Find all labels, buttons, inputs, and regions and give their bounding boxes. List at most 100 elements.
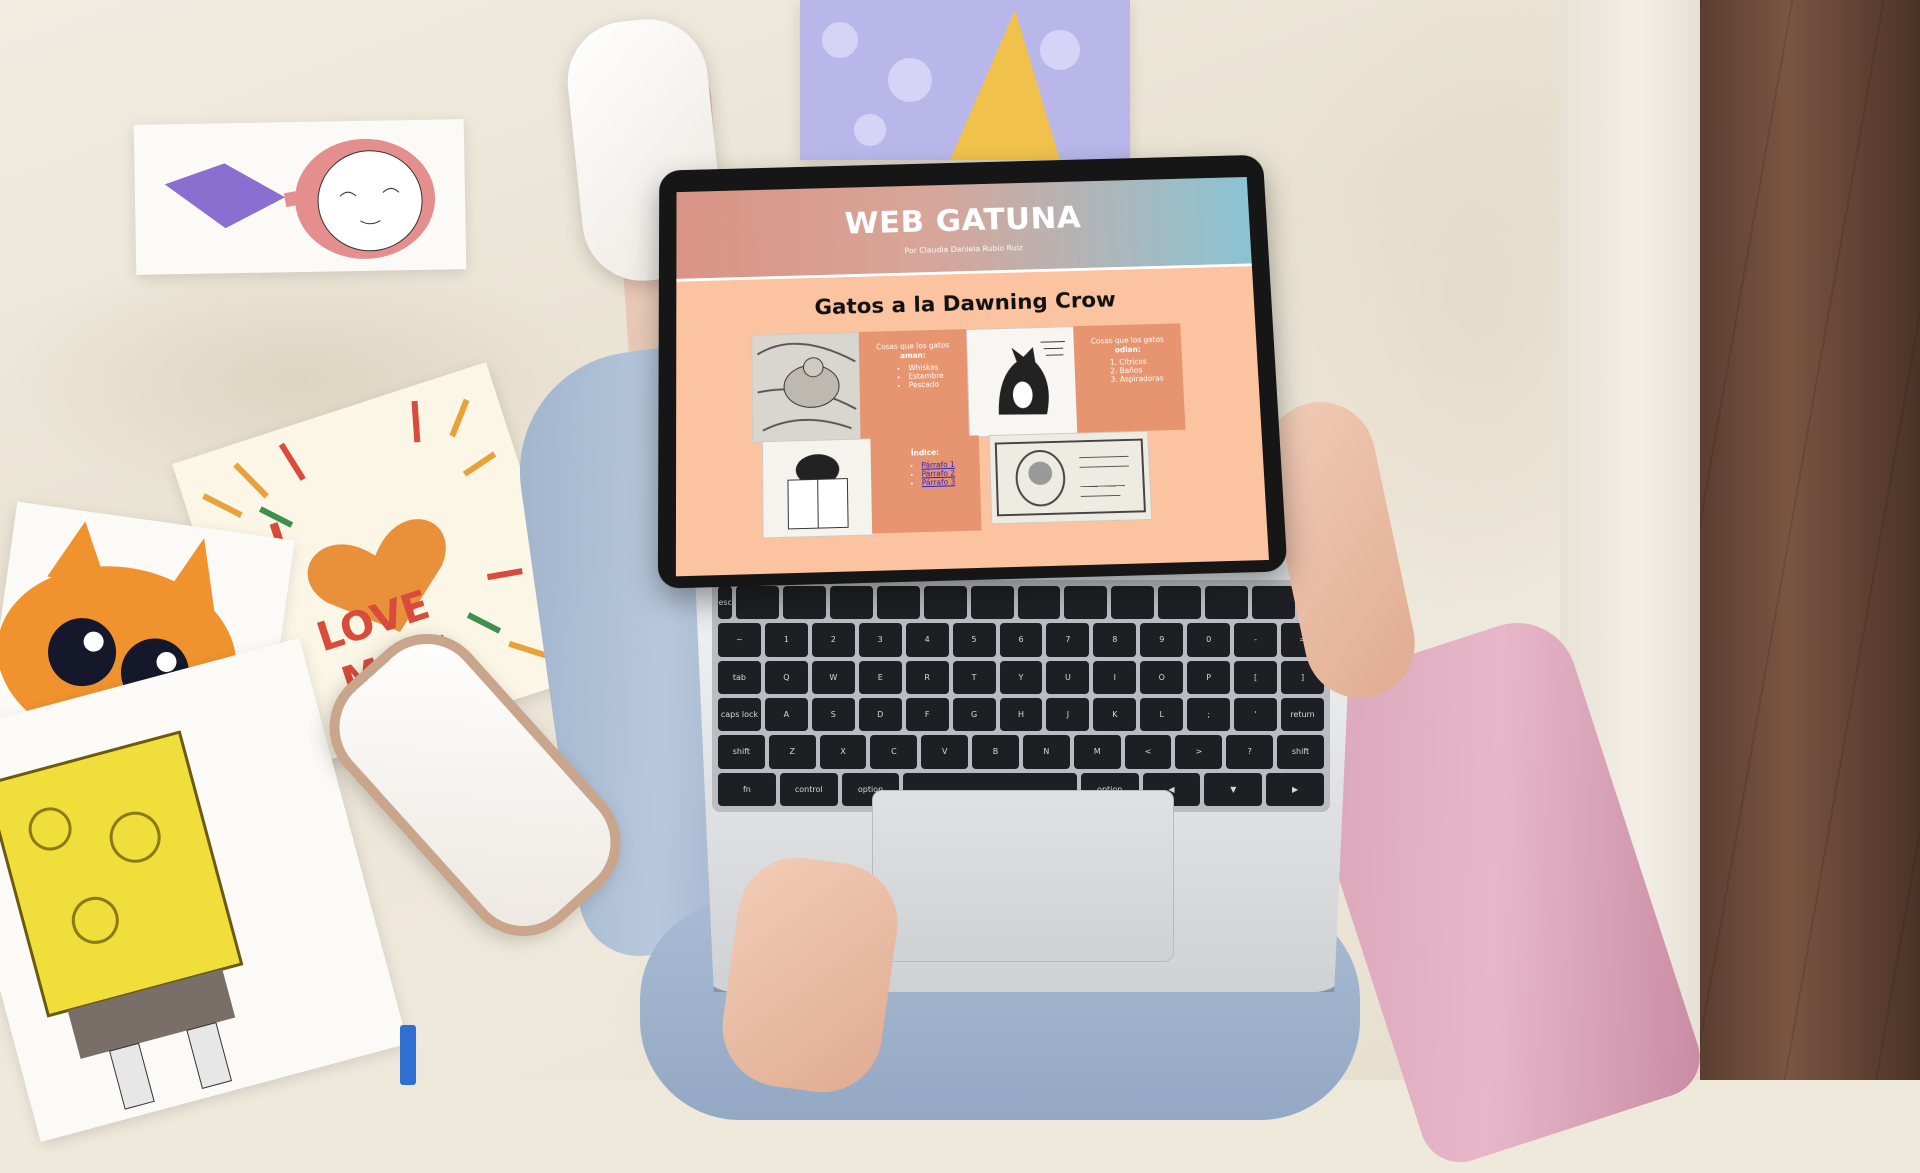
keyboard-key[interactable] — [1251, 586, 1295, 620]
keyboard-key[interactable]: shift — [1277, 735, 1324, 769]
keyboard-key[interactable]: return — [1281, 697, 1324, 732]
keyboard-key[interactable]: T — [952, 660, 996, 694]
drawing-blue-yellow — [800, 0, 1130, 160]
keyboard-key[interactable]: [ — [1234, 660, 1278, 694]
keyboard-key[interactable]: O — [1140, 660, 1184, 694]
keyboard-key[interactable]: 1 — [764, 623, 808, 657]
keyboard-key[interactable]: ; — [1187, 697, 1231, 732]
keyboard-key[interactable]: D — [858, 697, 902, 732]
blue-pencil — [400, 1025, 416, 1085]
keyboard-key[interactable] — [1111, 586, 1155, 620]
drawing-girl-face — [133, 119, 467, 275]
keyboard-key[interactable]: control — [779, 772, 838, 806]
keyboard-key[interactable]: esc — [718, 586, 733, 620]
list-item: Pescado — [909, 380, 944, 389]
laptop-screen-lid: WEB GATUNA Por Claudia Daniela Rubio Rui… — [657, 154, 1288, 589]
keyboard-key[interactable] — [970, 586, 1014, 620]
keyboard-key[interactable]: 7 — [1046, 623, 1090, 657]
cat-sketch-standing-image — [965, 326, 1080, 438]
keyboard-key[interactable]: 5 — [952, 623, 996, 657]
keyboard-key[interactable] — [736, 586, 780, 620]
keyboard-key[interactable]: 4 — [905, 623, 949, 657]
keyboard-key[interactable]: fn — [718, 772, 776, 806]
keyboard-row: escdelete — [718, 586, 1324, 620]
keyboard-key[interactable]: > — [1175, 735, 1223, 769]
cat-reading-book-image — [761, 438, 875, 539]
keyboard-key[interactable] — [783, 586, 827, 620]
keyboard-key[interactable]: 2 — [811, 623, 855, 657]
keyboard-key[interactable] — [1017, 586, 1061, 620]
keyboard-key[interactable]: B — [972, 735, 1019, 769]
keyboard-key[interactable]: 3 — [858, 623, 902, 657]
keyboard-key[interactable]: J — [1046, 697, 1090, 732]
keyboard-key[interactable] — [1064, 586, 1108, 620]
keyboard-key[interactable]: < — [1124, 735, 1172, 769]
cat-banknote-image — [988, 430, 1153, 525]
panel-cats-love: Cosas que los gatos aman: Whiskas Estamb… — [858, 329, 969, 439]
keyboard-key[interactable]: caps lock — [718, 697, 761, 732]
keyboard-key[interactable]: 9 — [1140, 623, 1184, 657]
keyboard-key[interactable]: G — [952, 697, 996, 732]
keyboard-key[interactable]: shift — [718, 735, 765, 769]
keyboard-key[interactable]: P — [1187, 660, 1231, 694]
keyboard-key[interactable]: R — [905, 660, 949, 694]
love-emphasis: aman: — [899, 350, 926, 361]
keyboard-key[interactable]: V — [921, 735, 969, 769]
keyboard-key[interactable] — [1158, 586, 1202, 620]
index-item: Párrafo 3 — [922, 478, 956, 488]
keyboard-key[interactable]: S — [811, 697, 855, 732]
index-link-3[interactable]: Párrafo 3 — [922, 478, 956, 488]
keyboard-key[interactable]: Z — [768, 735, 816, 769]
keyboard-row: tab Q W E R T Y U I O P[] — [718, 660, 1324, 694]
keyboard-key[interactable]: Y — [999, 660, 1043, 694]
index-list: Párrafo 1 Párrafo 2 Párrafo 3 — [896, 460, 956, 488]
keyboard-key[interactable]: W — [811, 660, 855, 694]
keyboard-key[interactable]: A — [764, 697, 808, 732]
website-viewport[interactable]: WEB GATUNA Por Claudia Daniela Rubio Rui… — [675, 176, 1269, 577]
panel-index: Índice: Párrafo 1 Párrafo 2 Párrafo 3 — [870, 435, 982, 534]
keyboard-key[interactable]: E — [858, 660, 902, 694]
keyboard[interactable]: escdelete~1234567890-=tabQWERTYUIOP[]cap… — [712, 580, 1330, 812]
keyboard-key[interactable]: F — [905, 697, 949, 732]
keyboard-key[interactable] — [923, 586, 967, 620]
keyboard-key[interactable]: M — [1073, 735, 1121, 769]
keyboard-key[interactable]: ▶ — [1266, 772, 1324, 806]
keyboard-key[interactable]: - — [1234, 623, 1278, 657]
keyboard-key[interactable]: ~ — [718, 623, 761, 657]
index-title: Índice: — [910, 447, 940, 458]
keyboard-key[interactable] — [1205, 586, 1248, 620]
site-title: WEB GATUNA — [844, 199, 1082, 241]
site-header: WEB GATUNA Por Claudia Daniela Rubio Rui… — [676, 176, 1252, 282]
page-heading: Gatos a la Dawning Crow — [814, 288, 1117, 321]
panel-cats-hate: Cosas que los gatos odian: Cítricos Baño… — [1073, 323, 1186, 433]
keyboard-key[interactable]: C — [870, 735, 918, 769]
keyboard-key[interactable]: ? — [1226, 735, 1274, 769]
keyboard-key[interactable]: H — [999, 697, 1043, 732]
keyboard-key[interactable] — [830, 586, 873, 620]
keyboard-key[interactable]: U — [1046, 660, 1090, 694]
love-list: Whiskas Estambre Pescado — [883, 363, 944, 390]
keyboard-key[interactable]: N — [1022, 735, 1070, 769]
keyboard-key[interactable]: ' — [1234, 697, 1278, 732]
content-grid: Cosas que los gatos aman: Whiskas Estamb… — [751, 323, 1190, 539]
keyboard-key[interactable]: 8 — [1093, 623, 1137, 657]
list-item: Aspiradoras — [1120, 374, 1164, 384]
hate-emphasis: odian: — [1114, 345, 1141, 355]
trackpad[interactable] — [872, 790, 1174, 962]
hate-list: Cítricos Baños Aspiradoras — [1094, 357, 1164, 384]
keyboard-key[interactable]: 0 — [1187, 623, 1231, 657]
keyboard-key[interactable]: K — [1093, 697, 1137, 732]
keyboard-key[interactable]: I — [1093, 660, 1137, 694]
keyboard-key[interactable]: X — [819, 735, 867, 769]
cat-sketch-sleeping-image — [751, 331, 863, 444]
keyboard-row: shift Z X C V B N M < >? shift — [718, 735, 1324, 769]
keyboard-key[interactable]: Q — [764, 660, 808, 694]
keyboard-row: caps lock A S D F G H J K L; ' return — [718, 697, 1324, 732]
keyboard-key[interactable]: tab — [718, 660, 761, 694]
keyboard-key[interactable]: 6 — [999, 623, 1043, 657]
keyboard-key[interactable]: L — [1140, 697, 1184, 732]
keyboard-key[interactable] — [876, 586, 920, 620]
keyboard-key[interactable]: ▼ — [1204, 772, 1263, 806]
wooden-floor — [1700, 0, 1920, 1080]
keyboard-row: ~1234567890-= — [718, 623, 1324, 657]
